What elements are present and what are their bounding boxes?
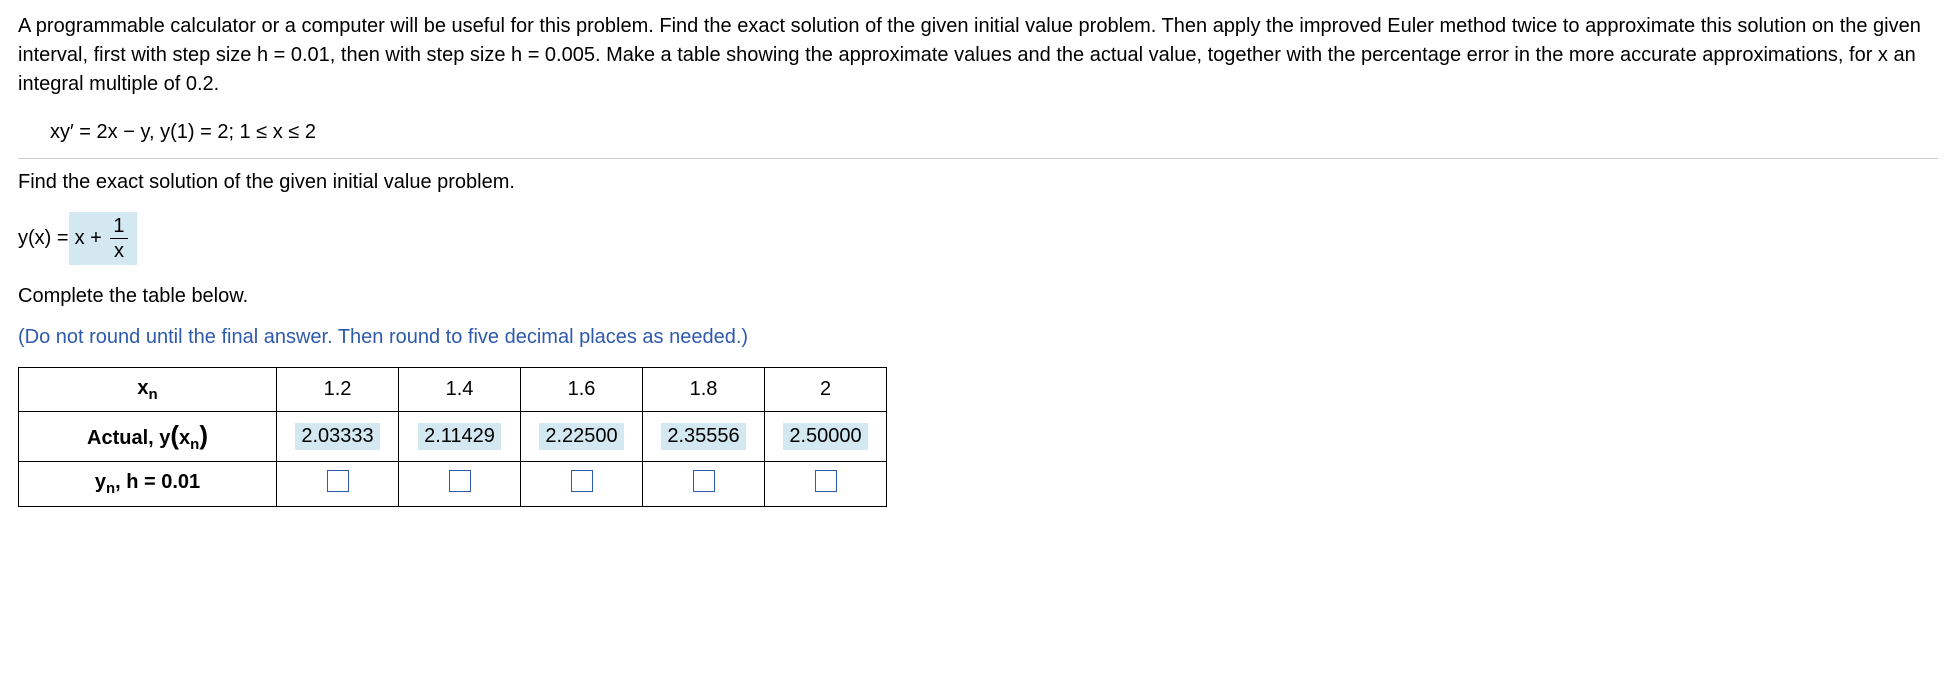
answer-input[interactable] xyxy=(571,470,593,492)
problem-statement: A programmable calculator or a computer … xyxy=(18,12,1938,99)
actual-cell: 2.11429 xyxy=(399,412,521,462)
table-row: yn, h = 0.01 xyxy=(19,462,887,507)
yn-input-cell xyxy=(521,462,643,507)
actual-value: 2.22500 xyxy=(539,423,623,450)
solution-lhs: y(x) = xyxy=(18,227,69,250)
problem-equation: xy′ = 2x − y, y(1) = 2; 1 ≤ x ≤ 2 xyxy=(50,121,1938,144)
divider xyxy=(18,158,1938,159)
results-table: xn 1.2 1.4 1.6 1.8 2 Actual, y(xn) 2.033… xyxy=(18,367,887,507)
yn-input-cell xyxy=(277,462,399,507)
actual-value: 2.03333 xyxy=(295,423,379,450)
row-header-actual: Actual, y(xn) xyxy=(19,412,277,462)
row-header-xn: xn xyxy=(19,368,277,412)
answer-input[interactable] xyxy=(449,470,471,492)
answer-input[interactable] xyxy=(815,470,837,492)
actual-cell: 2.22500 xyxy=(521,412,643,462)
actual-cell: 2.35556 xyxy=(643,412,765,462)
table-row: xn 1.2 1.4 1.6 1.8 2 xyxy=(19,368,887,412)
answer-input[interactable] xyxy=(327,470,349,492)
actual-value: 2.35556 xyxy=(661,423,745,450)
actual-label-x: x xyxy=(179,427,190,449)
fraction-denominator: x xyxy=(110,238,128,261)
table-intro: Complete the table below. xyxy=(18,285,1938,308)
yn-input-cell xyxy=(765,462,887,507)
xn-cell: 1.2 xyxy=(277,368,399,412)
table-row: Actual, y(xn) 2.03333 2.11429 2.22500 2.… xyxy=(19,412,887,462)
exact-solution: y(x) = x + 1 x xyxy=(18,212,1938,265)
xn-cell: 1.8 xyxy=(643,368,765,412)
yn-input-cell xyxy=(643,462,765,507)
xn-sub: n xyxy=(148,386,157,403)
table-instruction: (Do not round until the final answer. Th… xyxy=(18,326,1938,349)
answer-input[interactable] xyxy=(693,470,715,492)
yn-label-sub: n xyxy=(106,480,115,497)
actual-label-pre: Actual, y xyxy=(87,427,170,449)
actual-value: 2.50000 xyxy=(783,423,867,450)
row-header-yn: yn, h = 0.01 xyxy=(19,462,277,507)
yn-label-post: , h = 0.01 xyxy=(115,471,200,493)
yn-input-cell xyxy=(399,462,521,507)
exact-solution-prompt: Find the exact solution of the given ini… xyxy=(18,171,1938,194)
actual-value: 2.11429 xyxy=(418,423,501,450)
actual-label-sub: n xyxy=(190,436,199,453)
xn-cell: 1.6 xyxy=(521,368,643,412)
actual-cell: 2.50000 xyxy=(765,412,887,462)
solution-term1: x + xyxy=(75,227,102,249)
fraction-numerator: 1 xyxy=(109,216,128,238)
xn-label: x xyxy=(137,377,148,399)
solution-highlight: x + 1 x xyxy=(69,212,137,265)
actual-cell: 2.03333 xyxy=(277,412,399,462)
xn-cell: 1.4 xyxy=(399,368,521,412)
solution-fraction: 1 x xyxy=(109,216,128,261)
yn-label-pre: y xyxy=(95,471,106,493)
xn-cell: 2 xyxy=(765,368,887,412)
